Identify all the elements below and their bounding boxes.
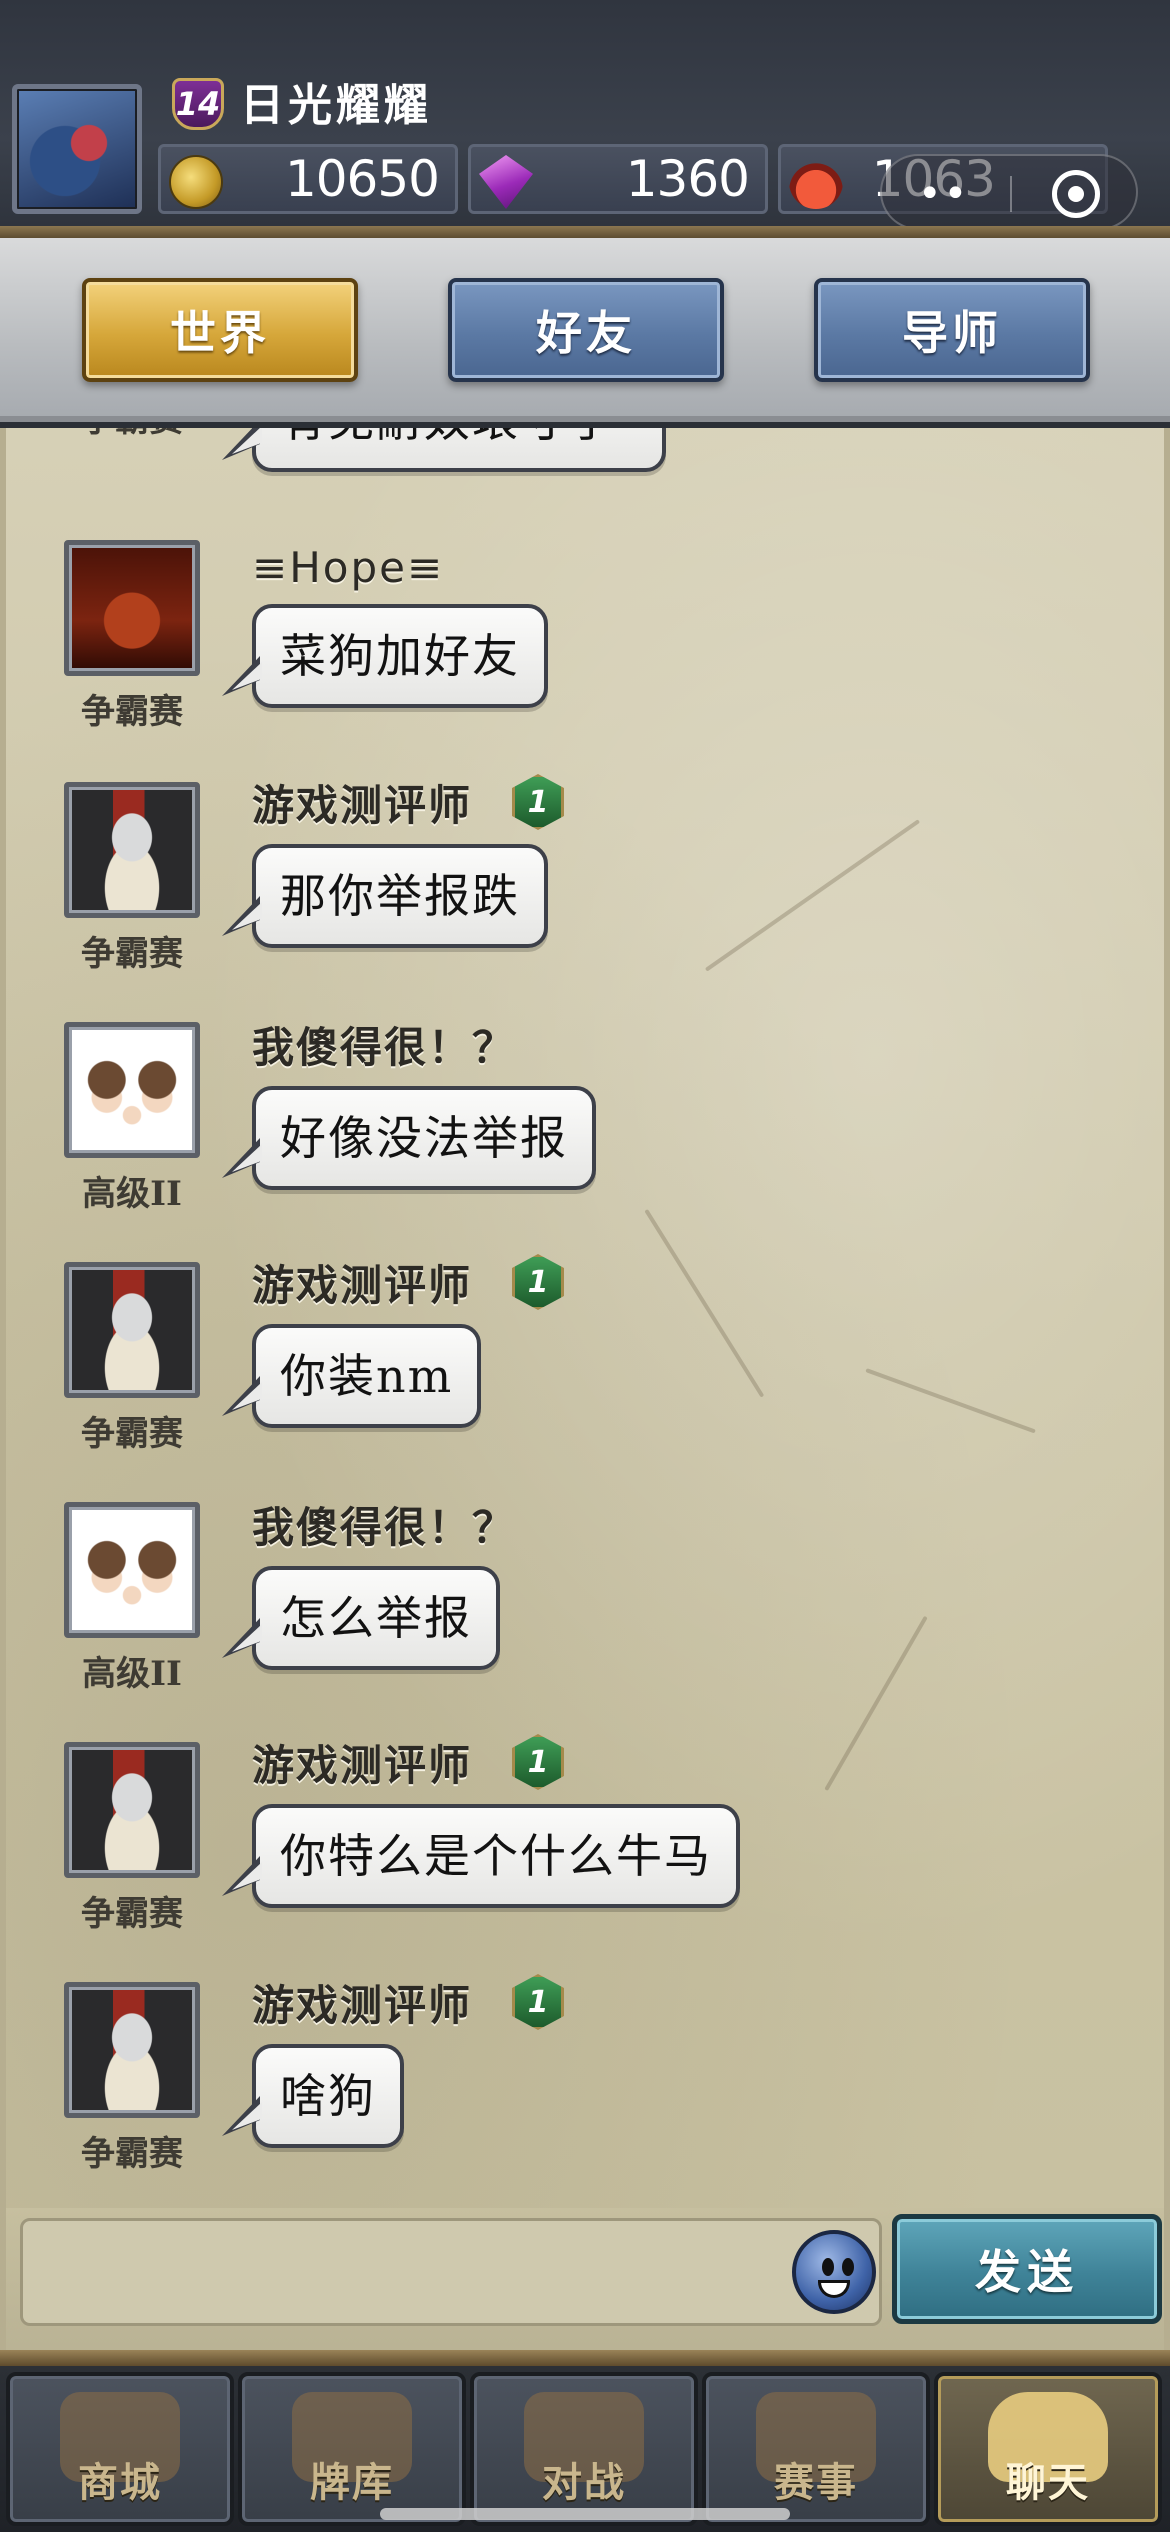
emoji-smile-icon bbox=[818, 2280, 850, 2298]
knight-avatar[interactable] bbox=[64, 1742, 200, 1878]
sender-name[interactable]: 我傻得很！？ bbox=[252, 1020, 516, 1076]
sender-name[interactable]: 我傻得很！？ bbox=[252, 1500, 516, 1556]
nav-deck[interactable]: 牌库 bbox=[238, 2372, 466, 2526]
miniapp-capsule[interactable]: •• bbox=[880, 154, 1138, 230]
gold-counter[interactable]: 10650 bbox=[158, 144, 458, 214]
sender-rank: 争霸赛 bbox=[81, 2134, 183, 2174]
sender-name[interactable]: 游戏测评师 bbox=[252, 1978, 472, 2034]
message-bubble[interactable]: 啥狗 bbox=[252, 2044, 404, 2148]
chat-message-list[interactable]: 有免耐奴琅寸了 争霸赛 争霸赛 ≡Hope≡ 菜狗加好友 争霸赛 游戏测评师 那… bbox=[0, 428, 1170, 2208]
tab-mentor[interactable]: 导师 bbox=[814, 278, 1090, 382]
nav-battle[interactable]: 对战 bbox=[470, 2372, 698, 2526]
knight-avatar[interactable] bbox=[64, 1262, 200, 1398]
sender-name[interactable]: 游戏测评师 bbox=[252, 1738, 472, 1794]
nav-label: 对战 bbox=[542, 2459, 626, 2506]
more-options-icon[interactable]: •• bbox=[918, 174, 969, 214]
close-miniapp-icon[interactable] bbox=[1052, 170, 1100, 218]
sender-name[interactable]: 游戏测评师 bbox=[252, 778, 472, 834]
message-bubble[interactable]: 那你举报跌 bbox=[252, 844, 548, 948]
player-name: 日光耀耀 bbox=[240, 80, 432, 131]
gem-counter[interactable]: 1360 bbox=[468, 144, 768, 214]
sender-rank: 高级II bbox=[82, 1174, 182, 1214]
sender-rank: 争霸赛 bbox=[81, 1414, 183, 1454]
potion-icon bbox=[789, 155, 843, 209]
sender-rank: 争霸赛 bbox=[46, 428, 218, 441]
family-avatar[interactable] bbox=[64, 1502, 200, 1638]
chat-input-bar: 发送 bbox=[0, 2208, 1170, 2358]
message-bubble[interactable]: 怎么举报 bbox=[252, 1566, 500, 1670]
gem-value: 1360 bbox=[625, 150, 750, 208]
player-level-badge: 14 bbox=[172, 78, 224, 130]
gem-icon bbox=[479, 155, 533, 209]
nav-label: 商城 bbox=[78, 2459, 162, 2506]
parchment-crack bbox=[865, 1368, 1036, 1434]
chat-message-input[interactable] bbox=[20, 2218, 882, 2326]
nav-shop[interactable]: 商城 bbox=[6, 2372, 234, 2526]
sender-rank: 争霸赛 bbox=[81, 934, 183, 974]
sender-rank: 争霸赛 bbox=[81, 1894, 183, 1934]
knight-avatar[interactable] bbox=[64, 1982, 200, 2118]
parchment-crack bbox=[824, 1615, 928, 1791]
bottom-nav-border bbox=[0, 2350, 1170, 2366]
nav-label: 聊天 bbox=[1006, 2459, 1090, 2506]
emoji-button[interactable] bbox=[792, 2230, 876, 2314]
message-bubble[interactable]: 你特么是个什么牛马 bbox=[252, 1804, 740, 1908]
player-avatar[interactable] bbox=[12, 84, 142, 214]
chat-channel-tabs: 世界 好友 导师 bbox=[0, 238, 1170, 422]
message-bubble[interactable]: 你装nm bbox=[252, 1324, 482, 1428]
gold-value: 10650 bbox=[284, 150, 440, 208]
parchment-crack bbox=[644, 1208, 765, 1398]
nav-chat[interactable]: 聊天 bbox=[934, 2372, 1162, 2526]
emoji-face-icon bbox=[842, 2258, 854, 2276]
nav-label: 赛事 bbox=[774, 2459, 858, 2506]
tab-friends[interactable]: 好友 bbox=[448, 278, 724, 382]
sender-name[interactable]: 游戏测评师 bbox=[252, 1258, 472, 1314]
mentor-level-badge bbox=[512, 1734, 564, 1790]
message-bubble[interactable]: 有免耐奴琅寸了 bbox=[252, 428, 666, 472]
tab-world[interactable]: 世界 bbox=[82, 278, 358, 382]
message-bubble[interactable]: 菜狗加好友 bbox=[252, 604, 548, 708]
parchment-crack bbox=[704, 819, 921, 972]
sender-name[interactable]: ≡Hope≡ bbox=[252, 540, 444, 596]
sender-rank: 争霸赛 bbox=[81, 692, 183, 732]
nav-label: 牌库 bbox=[310, 2459, 394, 2506]
sender-rank: 高级II bbox=[82, 1654, 182, 1694]
mentor-level-badge bbox=[512, 774, 564, 830]
demon-avatar[interactable] bbox=[64, 540, 200, 676]
knight-avatar[interactable] bbox=[64, 782, 200, 918]
send-button[interactable]: 发送 bbox=[892, 2214, 1162, 2324]
mentor-level-badge bbox=[512, 1974, 564, 2030]
gold-coin-icon bbox=[169, 155, 223, 209]
family-avatar[interactable] bbox=[64, 1022, 200, 1158]
mentor-level-badge bbox=[512, 1254, 564, 1310]
home-indicator[interactable] bbox=[380, 2508, 790, 2520]
message-bubble[interactable]: 好像没法举报 bbox=[252, 1086, 596, 1190]
emoji-face-icon bbox=[822, 2258, 834, 2276]
nav-events[interactable]: 赛事 bbox=[702, 2372, 930, 2526]
topbar-border bbox=[0, 226, 1170, 238]
capsule-divider bbox=[1010, 176, 1012, 212]
